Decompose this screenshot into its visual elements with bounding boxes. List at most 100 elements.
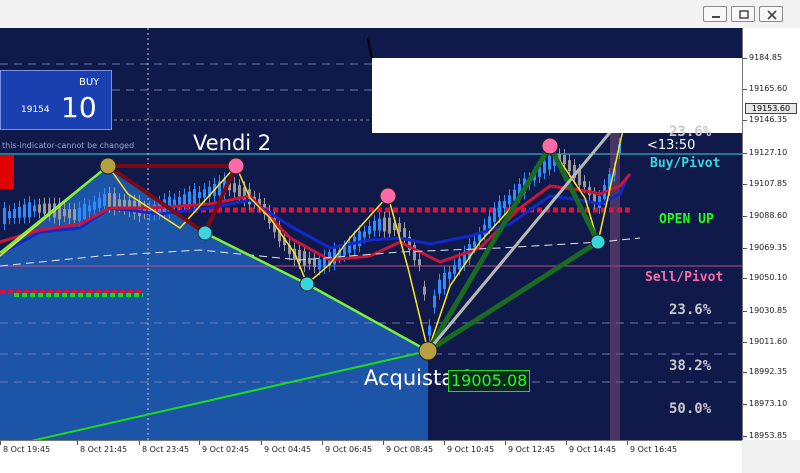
price-chart[interactable]: BUY 19154 10 this-indicator-cannot be ch…: [0, 28, 742, 440]
candle-body: [378, 218, 381, 231]
red-marker: [0, 155, 14, 189]
candle-body: [88, 205, 91, 212]
candle-body: [313, 258, 316, 267]
candle-body: [83, 203, 86, 219]
price-axis-label: 19165.60: [749, 84, 788, 93]
time-axis-label: 8 Oct 19:45: [3, 445, 51, 454]
candle-body: [373, 220, 376, 231]
candle-body: [193, 189, 196, 205]
close-button[interactable]: [759, 6, 783, 22]
candle-body: [203, 189, 206, 198]
candle-body: [33, 205, 36, 212]
swing-point-marker: [227, 157, 245, 175]
swing-point-marker: [197, 225, 213, 241]
time-axis-label: 9 Oct 04:45: [264, 445, 312, 454]
price-tick: [743, 311, 747, 312]
candle-body: [363, 231, 366, 238]
bid-big: 10: [61, 91, 97, 124]
candle-body: [453, 265, 456, 275]
sell-pivot-label: Sell/Pivot: [645, 270, 724, 285]
one-click-trade-panel[interactable]: BUY 19154 10: [0, 70, 112, 130]
price-axis-label: 19127.10: [749, 148, 788, 157]
minimize-button[interactable]: [703, 6, 727, 22]
time-tick: [261, 441, 262, 445]
price-axis-label: 19146.35: [749, 115, 788, 124]
candle-body: [543, 161, 546, 174]
candle-body: [98, 197, 101, 208]
fib-236-low-label: 23.6%: [669, 302, 712, 318]
candle-body: [493, 207, 496, 222]
price-tick: [743, 248, 747, 249]
swing-point-marker: [541, 137, 559, 155]
restore-icon: [739, 10, 749, 19]
price-axis-label: 19030.85: [749, 306, 788, 315]
time-axis-label: 9 Oct 12:45: [508, 445, 556, 454]
swing-point-marker: [299, 276, 315, 292]
candle-body: [238, 185, 241, 197]
candle-body: [568, 160, 571, 172]
time-axis[interactable]: 8 Oct 19:45 8 Oct 21:45 8 Oct 23:45 9 Oct 0…: [0, 440, 742, 473]
candle-body: [343, 246, 346, 256]
candle-body: [318, 259, 321, 270]
candle-body: [433, 295, 436, 308]
price-axis[interactable]: 9184.85 19165.60 19146.35 19127.10 19107.85 1…: [742, 28, 800, 440]
candle-body: [13, 209, 16, 218]
candle-body: [303, 251, 306, 267]
price-tick: [743, 278, 747, 279]
candle-body: [3, 208, 6, 224]
trading-platform-window: BUY 19154 10 this-indicator-cannot be ch…: [0, 0, 800, 473]
window-title-bar: [0, 0, 800, 29]
candle-body: [368, 226, 371, 235]
bar-timer: <13:50: [647, 138, 696, 153]
swing-point-marker: [99, 157, 117, 175]
candle-body: [443, 272, 446, 289]
candle-body: [78, 207, 81, 221]
candle-body: [423, 286, 426, 295]
candle-body: [8, 211, 11, 219]
price-tick: [743, 404, 747, 405]
candle-body: [93, 201, 96, 210]
vendi-annotation: Vendi 2: [193, 131, 272, 155]
candle-body: [508, 195, 511, 205]
time-axis-label: 8 Oct 23:45: [142, 445, 190, 454]
time-axis-label: 9 Oct 08:45: [386, 445, 434, 454]
price-tick: [743, 58, 747, 59]
buy-label[interactable]: BUY: [79, 77, 99, 88]
candle-body: [233, 183, 236, 193]
time-tick: [199, 441, 200, 445]
time-tick: [444, 441, 445, 445]
price-tick: [743, 89, 747, 90]
close-icon: [767, 10, 777, 20]
time-axis-label: 9 Oct 14:45: [569, 445, 617, 454]
redacted-area: [372, 58, 742, 133]
time-tick: [0, 441, 1, 445]
candle-body: [188, 191, 191, 205]
price-axis-label: 18992.35: [749, 367, 788, 376]
candle-body: [103, 194, 106, 206]
price-tick: [743, 342, 747, 343]
time-tick: [627, 441, 628, 445]
price-tick: [743, 184, 747, 185]
candle-body: [398, 223, 401, 233]
candle-body: [108, 193, 111, 207]
candle-body: [63, 209, 66, 217]
price-tick: [743, 372, 747, 373]
candle-body: [28, 202, 31, 218]
time-axis-label: 9 Oct 06:45: [325, 445, 373, 454]
open-up-label: OPEN UP: [659, 212, 714, 227]
candle-body: [503, 201, 506, 209]
time-tick: [139, 441, 140, 445]
candle-body: [563, 155, 566, 165]
price-axis-label: 19050.10: [749, 273, 788, 282]
candle-body: [308, 257, 311, 264]
time-tick: [566, 441, 567, 445]
price-axis-label: 19088.60: [749, 211, 788, 220]
candle-body: [73, 209, 76, 221]
time-tick: [505, 441, 506, 445]
candle-body: [183, 194, 186, 206]
price-tick: [743, 216, 747, 217]
candle-body: [23, 204, 26, 218]
restore-button[interactable]: [731, 6, 755, 22]
indicator-notice: this-indicator-cannot be changed: [2, 141, 135, 150]
candle-body: [418, 259, 421, 266]
